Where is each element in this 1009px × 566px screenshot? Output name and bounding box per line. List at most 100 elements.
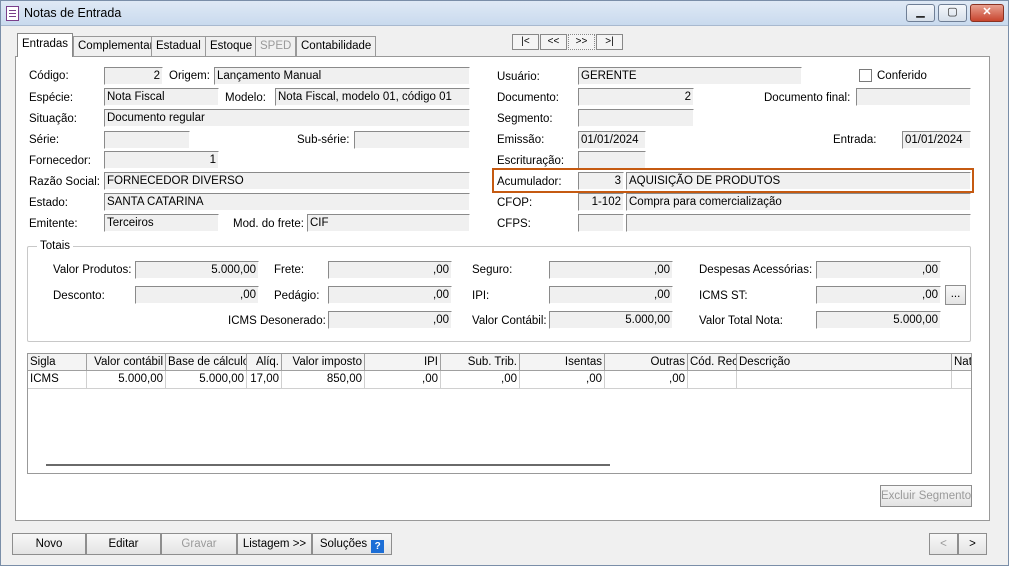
desconto-field[interactable]: ,00 <box>135 286 259 304</box>
grid-cell-ipi[interactable]: ,00 <box>365 371 441 389</box>
tab-sped[interactable]: SPED <box>255 36 297 56</box>
grid-cell-nat[interactable] <box>952 371 971 389</box>
nav-first-button[interactable]: |< <box>512 34 539 50</box>
maximize-button[interactable]: ▢ <box>938 4 967 22</box>
grid-cell-isentas[interactable]: ,00 <box>520 371 605 389</box>
tab-entradas[interactable]: Entradas <box>17 33 74 57</box>
conferido-checkbox[interactable] <box>859 69 872 82</box>
editar-button[interactable]: Editar <box>86 533 161 555</box>
documento-field[interactable]: 2 <box>578 88 694 106</box>
despesas-field[interactable]: ,00 <box>816 261 941 279</box>
conferido-label: Conferido <box>877 70 927 82</box>
grid-cell-descricao[interactable] <box>737 371 952 389</box>
prev-record-button[interactable]: < <box>929 533 958 555</box>
especie-field[interactable]: Nota Fiscal <box>104 88 219 106</box>
emitente-field[interactable]: Terceiros <box>104 214 219 232</box>
origem-field[interactable]: Lançamento Manual <box>214 67 470 85</box>
especie-label: Espécie: <box>29 92 74 104</box>
ipi-label: IPI: <box>472 290 490 302</box>
subserie-field[interactable] <box>354 131 470 149</box>
usuario-field[interactable]: GERENTE <box>578 67 802 85</box>
grid-cell-valor-imposto[interactable]: 850,00 <box>282 371 365 389</box>
notas-entrada-window: Notas de Entrada ▁ ▢ ✕ Entradas Compleme… <box>0 0 1009 566</box>
grid-cell-aliquota[interactable]: 17,00 <box>247 371 282 389</box>
icms-st-label: ICMS ST: <box>699 290 748 302</box>
grid-header-valor-contabil[interactable]: Valor contábil <box>87 354 166 371</box>
codigo-field[interactable]: 2 <box>104 67 163 85</box>
grid-header-cod-rec[interactable]: Cód. Rec. <box>688 354 737 371</box>
tab-contabilidade[interactable]: Contabilidade <box>296 36 377 56</box>
valor-produtos-label: Valor Produtos: <box>53 264 132 276</box>
grid-header-aliquota[interactable]: Alíq. <box>247 354 282 371</box>
nav-next-button[interactable]: >> <box>568 34 595 50</box>
valor-total-label: Valor Total Nota: <box>699 315 783 327</box>
icms-st-details-button[interactable]: ... <box>945 285 966 305</box>
documento-label: Documento: <box>497 92 560 104</box>
mod-frete-field[interactable]: CIF <box>307 214 470 232</box>
documento-final-field[interactable] <box>856 88 971 106</box>
ipi-field[interactable]: ,00 <box>549 286 673 304</box>
grid-header-sigla[interactable]: Sigla <box>28 354 87 371</box>
emissao-field[interactable]: 01/01/2024 <box>578 131 646 149</box>
grid-header-descricao[interactable]: Descrição <box>737 354 952 371</box>
minimize-button[interactable]: ▁ <box>906 4 935 22</box>
grid-cell-sigla[interactable]: ICMS <box>28 371 87 389</box>
nav-prev-button[interactable]: << <box>540 34 567 50</box>
valor-total-field[interactable]: 5.000,00 <box>816 311 941 329</box>
grid-cell-cod-rec[interactable] <box>688 371 737 389</box>
tab-estoque[interactable]: Estoque <box>205 36 258 56</box>
grid-header-valor-imposto[interactable]: Valor imposto <box>282 354 365 371</box>
frete-field[interactable]: ,00 <box>328 261 452 279</box>
icms-desonerado-label: ICMS Desonerado: <box>228 315 326 327</box>
grid-header-sub-trib[interactable]: Sub. Trib. <box>441 354 520 371</box>
tab-complementar[interactable]: Complementar <box>73 36 159 56</box>
pedagio-field[interactable]: ,00 <box>328 286 452 304</box>
seguro-label: Seguro: <box>472 264 513 276</box>
segmento-label: Segmento: <box>497 113 553 125</box>
cfop-code-field[interactable]: 1-102 <box>578 193 624 211</box>
acumulador-highlight <box>492 168 974 193</box>
solucoes-button[interactable]: Soluções? <box>312 533 392 555</box>
entrada-field[interactable]: 01/01/2024 <box>902 131 971 149</box>
modelo-field[interactable]: Nota Fiscal, modelo 01, código 01 <box>275 88 470 106</box>
razao-social-field[interactable]: FORNECEDOR DIVERSO <box>104 172 470 190</box>
tab-estadual[interactable]: Estadual <box>151 36 206 56</box>
grid-header-nat[interactable]: Nat. <box>952 354 971 371</box>
codigo-label: Código: <box>29 70 69 82</box>
situacao-label: Situação: <box>29 113 77 125</box>
grid-header-outras[interactable]: Outras <box>605 354 688 371</box>
close-button[interactable]: ✕ <box>970 4 1004 22</box>
icms-desonerado-field[interactable]: ,00 <box>328 311 452 329</box>
totais-title: Totais <box>37 240 74 252</box>
fornecedor-field[interactable]: 1 <box>104 151 219 169</box>
escrituracao-field[interactable] <box>578 151 646 169</box>
valor-produtos-field[interactable]: 5.000,00 <box>135 261 259 279</box>
listagem-button[interactable]: Listagem >> <box>237 533 312 555</box>
novo-button[interactable]: Novo <box>12 533 86 555</box>
grid-header-base-calculo[interactable]: Base de cálculo <box>166 354 247 371</box>
gravar-button[interactable]: Gravar <box>161 533 237 555</box>
serie-field[interactable] <box>104 131 190 149</box>
taxes-grid[interactable]: Sigla Valor contábil Base de cálculo Alí… <box>27 353 972 474</box>
cfps-code-field[interactable] <box>578 214 624 232</box>
grid-cell-sub-trib[interactable]: ,00 <box>441 371 520 389</box>
seguro-field[interactable]: ,00 <box>549 261 673 279</box>
valor-contabil-field[interactable]: 5.000,00 <box>549 311 673 329</box>
grid-horizontal-scrollbar[interactable] <box>46 464 610 466</box>
situacao-field[interactable]: Documento regular <box>104 109 470 127</box>
excluir-segmento-button[interactable]: Excluir Segmento <box>880 485 972 507</box>
grid-cell-valor-contabil[interactable]: 5.000,00 <box>87 371 166 389</box>
icms-st-field[interactable]: ,00 <box>816 286 941 304</box>
desconto-label: Desconto: <box>53 290 105 302</box>
next-record-button[interactable]: > <box>958 533 987 555</box>
nav-last-button[interactable]: >| <box>596 34 623 50</box>
cfps-label: CFPS: <box>497 218 531 230</box>
grid-cell-base-calculo[interactable]: 5.000,00 <box>166 371 247 389</box>
frete-label: Frete: <box>274 264 305 276</box>
subserie-label: Sub-série: <box>297 134 350 146</box>
estado-field[interactable]: SANTA CATARINA <box>104 193 470 211</box>
grid-header-ipi[interactable]: IPI <box>365 354 441 371</box>
grid-cell-outras[interactable]: ,00 <box>605 371 688 389</box>
grid-header-isentas[interactable]: Isentas <box>520 354 605 371</box>
segmento-field[interactable] <box>578 109 694 127</box>
